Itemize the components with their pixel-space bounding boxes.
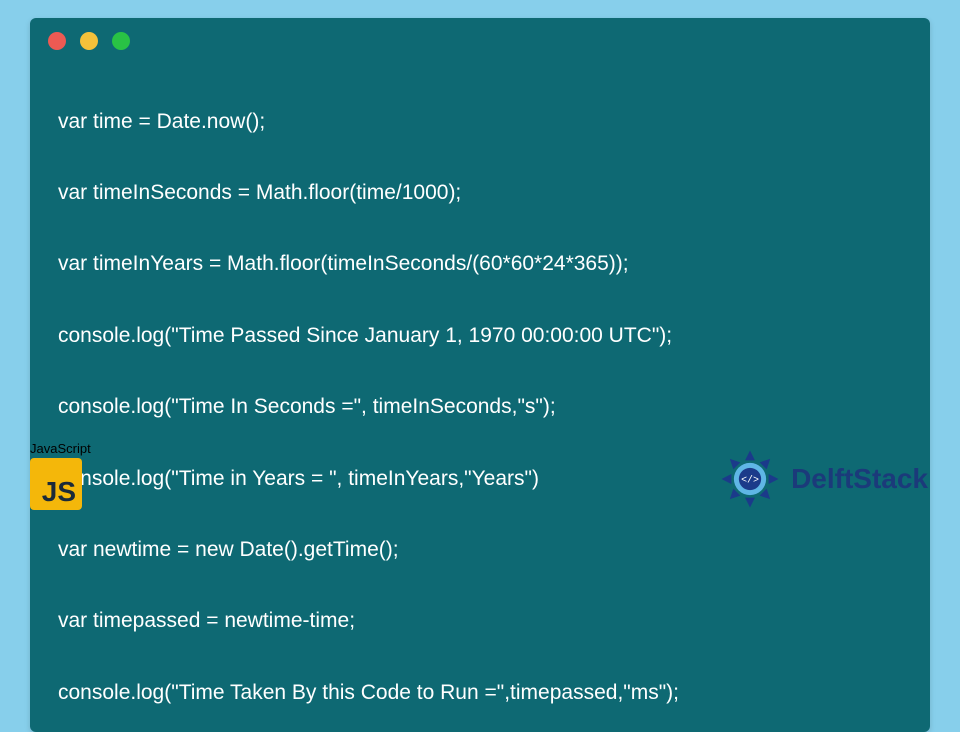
delftstack-logo-icon: </> [719,448,781,510]
code-line: console.log("Time Passed Since January 1… [58,318,902,354]
javascript-tile-icon: JS [30,458,82,510]
javascript-label: JavaScript [30,441,102,456]
code-body: var time = Date.now(); var timeInSeconds… [30,56,930,732]
javascript-tile-text: JS [42,476,76,508]
code-line: var timeInSeconds = Math.floor(time/1000… [58,175,902,211]
svg-text:</>: </> [741,475,759,486]
minimize-dot-icon [80,32,98,50]
code-line: var newtime = new Date().getTime(); [58,532,902,568]
delftstack-brand: </> DelftStack [719,448,928,510]
code-line: var timepassed = newtime-time; [58,603,902,639]
javascript-badge: JavaScript JS [30,441,102,510]
window-traffic-lights [30,18,930,56]
code-window: var time = Date.now(); var timeInSeconds… [30,18,930,732]
code-line: console.log("Time Taken By this Code to … [58,675,902,711]
delftstack-name: DelftStack [791,463,928,495]
close-dot-icon [48,32,66,50]
code-line: console.log("Time In Seconds =", timeInS… [58,389,902,425]
maximize-dot-icon [112,32,130,50]
code-line: var timeInYears = Math.floor(timeInSecon… [58,246,902,282]
code-line: var time = Date.now(); [58,104,902,140]
